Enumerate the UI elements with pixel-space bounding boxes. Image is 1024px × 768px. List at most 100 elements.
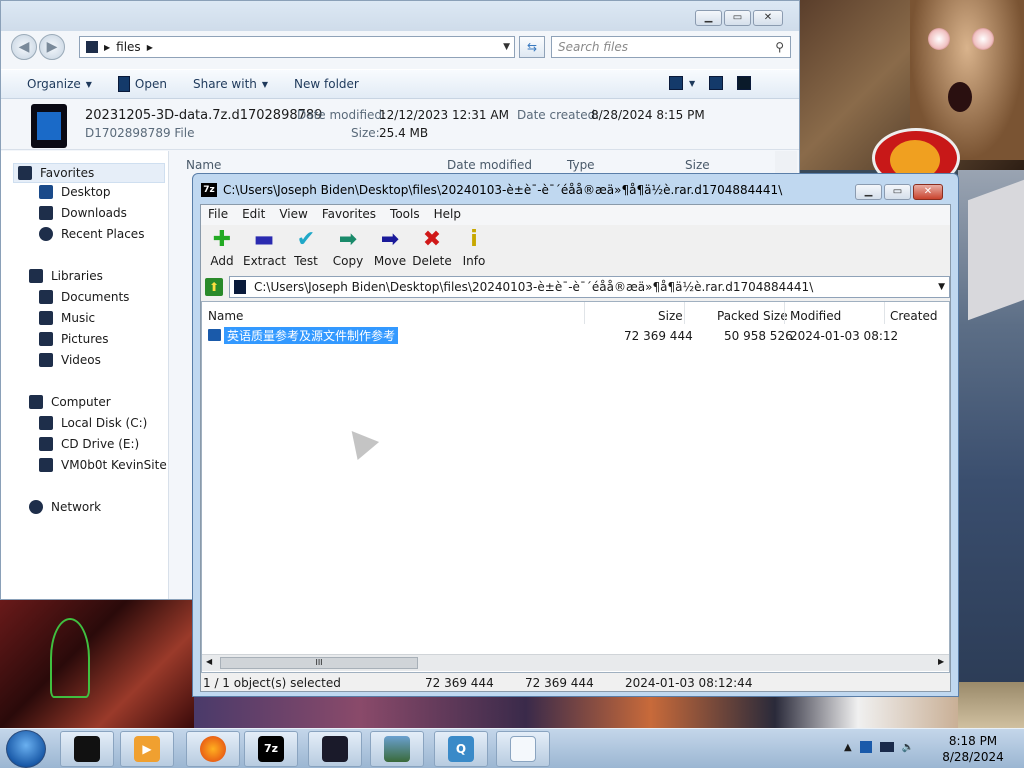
share-with-button[interactable]: Share with ▼ bbox=[193, 77, 268, 91]
nav-videos[interactable]: Videos bbox=[39, 353, 101, 367]
column-type[interactable]: Type bbox=[567, 158, 595, 172]
column-packed-size[interactable]: Packed Size bbox=[717, 309, 788, 323]
maximize-button[interactable]: ▭ bbox=[884, 184, 911, 200]
chevron-down-icon[interactable]: ▼ bbox=[503, 42, 510, 52]
column-created[interactable]: Created bbox=[890, 309, 938, 323]
open-button[interactable]: Open bbox=[117, 76, 167, 92]
nav-documents[interactable]: Documents bbox=[39, 290, 129, 304]
nav-computer[interactable]: Computer bbox=[29, 395, 111, 409]
details-size-label: Size: bbox=[351, 126, 380, 140]
nav-cd-drive[interactable]: CD Drive (E:) bbox=[39, 437, 139, 451]
app-icon: Q bbox=[448, 736, 474, 762]
scroll-left-icon[interactable]: ◀ bbox=[206, 657, 212, 666]
taskbar-app[interactable]: Q bbox=[434, 731, 488, 767]
taskbar-document[interactable] bbox=[496, 731, 550, 767]
details-created-value: 8/28/2024 8:15 PM bbox=[591, 108, 705, 122]
forward-button[interactable]: ▶ bbox=[39, 34, 65, 60]
address-bar[interactable]: ▶ files ▶ ▼ bbox=[79, 36, 515, 58]
view-options-icon[interactable] bbox=[669, 76, 683, 90]
taskbar-player[interactable]: ▶ bbox=[120, 731, 174, 767]
column-date-modified[interactable]: Date modified bbox=[447, 158, 532, 172]
minimize-button[interactable]: ▁ bbox=[855, 184, 882, 200]
up-folder-icon[interactable]: ⬆ bbox=[205, 278, 223, 296]
taskbar-7zip[interactable]: 7z bbox=[244, 731, 298, 767]
sevenzip-client: File Edit View Favorites Tools Help ✚ Add… bbox=[200, 204, 951, 692]
delete-button[interactable]: ✖ Delete bbox=[411, 226, 453, 274]
volume-icon[interactable]: 🔈 bbox=[902, 742, 914, 753]
tool-label: Test bbox=[294, 254, 318, 268]
column-name[interactable]: Name bbox=[208, 309, 243, 323]
details-modified-value: 12/12/2023 12:31 AM bbox=[379, 108, 509, 122]
menu-help[interactable]: Help bbox=[427, 205, 468, 225]
organize-button[interactable]: Organize ▼ bbox=[27, 77, 92, 91]
status-bar: 1 / 1 object(s) selected 72 369 444 72 3… bbox=[201, 673, 950, 693]
search-input[interactable]: Search files ⚲ bbox=[551, 36, 791, 58]
organize-label: Organize bbox=[27, 77, 81, 91]
nav-vm-drive[interactable]: VM0b0t KevinSite bbox=[39, 458, 167, 472]
extract-button[interactable]: ▬ Extract bbox=[243, 226, 286, 274]
help-icon[interactable] bbox=[737, 76, 752, 90]
column-name[interactable]: Name bbox=[186, 158, 221, 172]
menu-edit[interactable]: Edit bbox=[235, 205, 272, 225]
new-folder-button[interactable]: New folder bbox=[294, 77, 359, 91]
breadcrumb[interactable]: files bbox=[116, 40, 141, 54]
menu-file[interactable]: File bbox=[201, 205, 235, 225]
nav-libraries[interactable]: Libraries bbox=[29, 269, 103, 283]
table-row[interactable]: 英语质量参考及源文件制作参考 72 369 444 50 958 526 202… bbox=[208, 326, 948, 344]
close-button[interactable]: ✕ bbox=[913, 184, 943, 200]
preview-pane-icon[interactable] bbox=[709, 76, 724, 90]
menu-view[interactable]: View bbox=[272, 205, 314, 225]
horizontal-scrollbar[interactable]: ◀ III ▶ bbox=[202, 654, 949, 671]
back-button[interactable]: ◀ bbox=[11, 34, 37, 60]
taskbar-photos[interactable] bbox=[370, 731, 424, 767]
chevron-down-icon[interactable]: ▼ bbox=[938, 282, 945, 292]
nav-desktop[interactable]: Desktop bbox=[39, 185, 111, 199]
nav-music[interactable]: Music bbox=[39, 311, 95, 325]
nav-network[interactable]: Network bbox=[29, 500, 101, 514]
taskbar-firefox[interactable] bbox=[186, 731, 240, 767]
scroll-right-icon[interactable]: ▶ bbox=[938, 657, 944, 666]
column-modified[interactable]: Modified bbox=[790, 309, 841, 323]
toolbar: ✚ Add ▬ Extract ✔ Test ➡ Copy ➡ Move ✖ Delete … bbox=[201, 226, 950, 274]
documents-icon bbox=[39, 290, 53, 304]
nav-recent-places[interactable]: Recent Places bbox=[39, 227, 144, 241]
start-button[interactable] bbox=[6, 730, 46, 768]
column-size[interactable]: Size bbox=[685, 158, 710, 172]
nav-pictures[interactable]: Pictures bbox=[39, 332, 109, 346]
column-size[interactable]: Size bbox=[658, 309, 683, 323]
info-button[interactable]: i Info bbox=[453, 226, 495, 274]
row-name[interactable]: 英语质量参考及源文件制作参考 bbox=[224, 327, 399, 344]
app-icon bbox=[117, 76, 130, 92]
search-placeholder: Search files bbox=[558, 40, 629, 54]
menu-favorites[interactable]: Favorites bbox=[315, 205, 383, 225]
test-button[interactable]: ✔ Test bbox=[285, 226, 327, 274]
scroll-thumb[interactable]: III bbox=[220, 657, 418, 669]
nav-local-disk[interactable]: Local Disk (C:) bbox=[39, 416, 147, 430]
explorer-titlebar[interactable] bbox=[1, 1, 799, 31]
show-hidden-icons-icon[interactable]: ▲ bbox=[844, 742, 852, 753]
add-button[interactable]: ✚ Add bbox=[201, 226, 243, 274]
wallpaper-image-corner bbox=[958, 682, 1024, 728]
nav-downloads[interactable]: Downloads bbox=[39, 206, 127, 220]
chevron-down-icon[interactable]: ▼ bbox=[689, 79, 695, 88]
new-folder-label: New folder bbox=[294, 77, 359, 91]
row-modified: 2024-01-03 08:12 bbox=[790, 329, 899, 343]
tray-app-icon[interactable] bbox=[859, 741, 872, 753]
sevenzip-titlebar[interactable]: 7z C:\Users\Joseph Biden\Desktop\files\2… bbox=[201, 183, 782, 197]
taskbar-monitor[interactable] bbox=[308, 731, 362, 767]
breadcrumb-arrow-icon: ▶ bbox=[104, 42, 111, 52]
maximize-button[interactable]: ▭ bbox=[724, 10, 751, 26]
menu-tools[interactable]: Tools bbox=[383, 205, 427, 225]
path-input[interactable]: C:\Users\Joseph Biden\Desktop\files\2024… bbox=[229, 276, 950, 298]
move-button[interactable]: ➡ Move bbox=[369, 226, 411, 274]
network-status-icon[interactable] bbox=[879, 742, 894, 752]
nav-favorites[interactable]: Favorites bbox=[13, 163, 165, 183]
close-button[interactable]: ✕ bbox=[753, 10, 783, 26]
path-bar: ⬆ C:\Users\Joseph Biden\Desktop\files\20… bbox=[201, 275, 950, 299]
details-created-label: Date created: bbox=[517, 108, 600, 122]
copy-button[interactable]: ➡ Copy bbox=[327, 226, 369, 274]
minimize-button[interactable]: ▁ bbox=[695, 10, 722, 26]
clock[interactable]: 8:18 PM 8/28/2024 bbox=[930, 733, 1016, 765]
refresh-button[interactable]: ⇆ bbox=[519, 36, 545, 58]
taskbar-media[interactable] bbox=[60, 731, 114, 767]
